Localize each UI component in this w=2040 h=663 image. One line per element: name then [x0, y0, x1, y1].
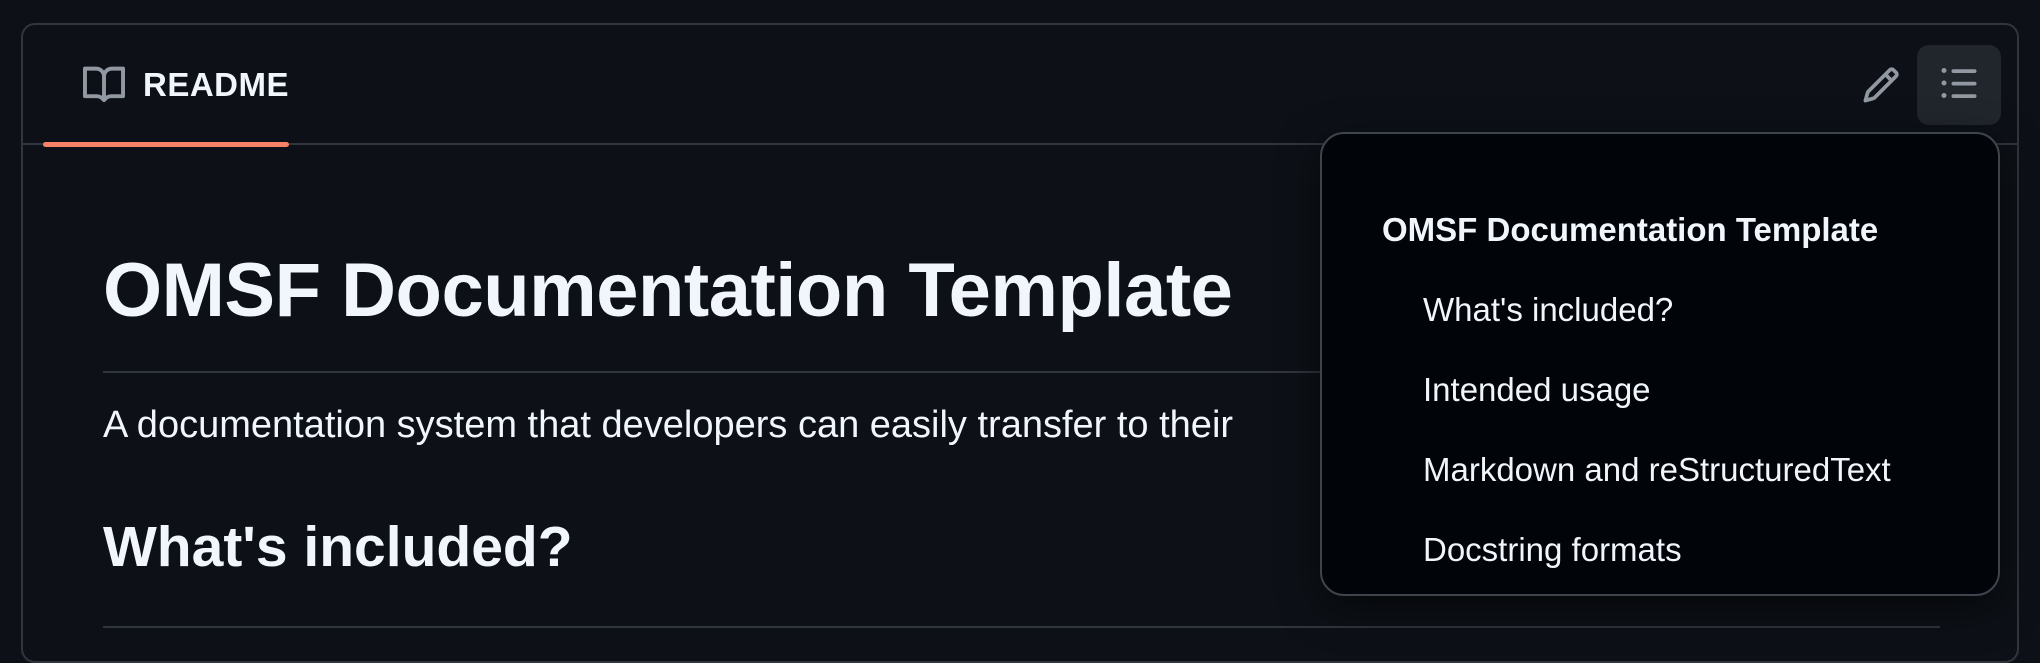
- section-divider: [103, 626, 1940, 628]
- readme-header: README: [23, 25, 2017, 147]
- page-title: OMSF Documentation Template: [103, 248, 1233, 333]
- tab-readme-label: README: [143, 66, 290, 103]
- outline-button[interactable]: [1917, 45, 2001, 125]
- outline-list: OMSF Documentation Template What's inclu…: [1322, 190, 1998, 590]
- outline-item-intended-usage[interactable]: Intended usage: [1322, 350, 1998, 430]
- list-unordered-icon: [1939, 63, 1979, 108]
- pencil-icon: [1861, 65, 1901, 110]
- outline-popover: OMSF Documentation Template What's inclu…: [1320, 132, 2000, 596]
- outline-item-docstring-formats[interactable]: Docstring formats: [1322, 510, 1998, 590]
- tab-active-indicator: [43, 142, 289, 147]
- book-icon: [83, 64, 126, 106]
- edit-file-button[interactable]: [1839, 45, 1923, 129]
- tab-readme[interactable]: README: [43, 25, 290, 147]
- intro-paragraph: A documentation system that developers c…: [103, 404, 1234, 446]
- section-heading: What's included?: [103, 515, 573, 579]
- outline-item-omsf-documentation-template[interactable]: OMSF Documentation Template: [1322, 190, 1998, 270]
- outline-item-markdown-and-restructuredtext[interactable]: Markdown and reStructuredText: [1322, 430, 1998, 510]
- outline-item-whats-included[interactable]: What's included?: [1322, 270, 1998, 350]
